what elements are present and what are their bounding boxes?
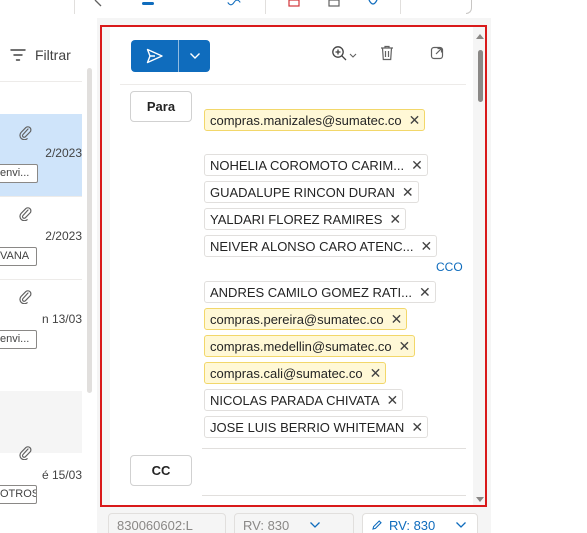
paperclip-icon [19, 290, 32, 304]
chevron-down-icon [310, 522, 321, 528]
compose-card: Para compras.manizales@sumatec.co ✕ NOHELI… [110, 27, 473, 505]
table-icon[interactable] [327, 0, 341, 8]
item-date: 2/2023 [45, 229, 82, 243]
delete-icon [381, 45, 393, 61]
zoom-button[interactable] [331, 45, 359, 63]
recipient-name: YALDARI FLOREZ RAMIRES [210, 211, 383, 227]
draft-tab-active[interactable]: RV: 830 [362, 513, 478, 533]
cc-field-divider [202, 495, 466, 496]
recipient-chip[interactable]: GUADALUPE RINCON DURAN ✕ [204, 181, 419, 203]
to-field-divider [202, 448, 466, 449]
item-date: 2/2023 [45, 146, 82, 160]
item-date: n 13/03 [41, 312, 82, 326]
list-item[interactable]: é 15/03 OTROS [0, 436, 82, 518]
recipient-name: compras.cali@sumatec.co [210, 365, 363, 381]
recipient-chip[interactable]: JOSE LUIS BERRIO WHITEMAN ✕ [204, 416, 429, 438]
item-category-tag: envi... [0, 330, 37, 349]
recipient-chip[interactable]: compras.manizales@sumatec.co ✕ [204, 109, 426, 131]
remove-recipient-icon[interactable]: ✕ [402, 185, 414, 199]
recipient-name: JOSE LUIS BERRIO WHITEMAN [210, 419, 405, 435]
ribbon-separator [400, 0, 401, 14]
remove-recipient-icon[interactable]: ✕ [399, 339, 411, 353]
ribbon-separator [265, 0, 266, 14]
recipient-name: compras.manizales@sumatec.co [210, 112, 402, 128]
remove-recipient-icon[interactable]: ✕ [409, 113, 421, 127]
list-item[interactable]: 2/2023 envi... [0, 114, 82, 196]
recipient-chip[interactable]: NOHELIA COROMOTO CARIM... ✕ [204, 154, 428, 176]
remove-recipient-icon[interactable]: ✕ [419, 285, 431, 299]
draft-tab-label: RV: 830 [389, 517, 436, 533]
list-divider [0, 81, 82, 82]
draft-tab[interactable]: 830060602:L [108, 513, 226, 533]
recipient-name: NICOLAS PARADA CHIVATA [210, 392, 380, 408]
item-category-tag: VANA [0, 247, 37, 266]
remove-recipient-icon[interactable]: ✕ [370, 366, 382, 380]
chevron-down-icon [456, 522, 467, 528]
send-button-group [131, 40, 210, 72]
recipient-name: NEIVER ALONSO CARO ATENC... [210, 238, 414, 254]
popout-button[interactable] [430, 45, 445, 60]
send-icon [146, 48, 163, 64]
recipient-chip[interactable]: NEIVER ALONSO CARO ATENC... ✕ [204, 235, 438, 257]
remove-recipient-icon[interactable]: ✕ [420, 239, 432, 253]
recipient-chip[interactable]: compras.pereira@sumatec.co ✕ [204, 308, 408, 330]
paperclip-icon [19, 126, 32, 140]
draft-tab-label: 830060602:L [117, 517, 193, 533]
send-split-divider [178, 40, 179, 72]
message-list: Filtrar 2/2023 envi... 2/2023 VANA n 13/… [0, 18, 97, 533]
edit-icon [372, 520, 382, 530]
recipient-name: ANDRES CAMILO GOMEZ RATI... [210, 284, 413, 300]
recipient-name: NOHELIA COROMOTO CARIM... [210, 157, 405, 173]
item-date: é 15/03 [41, 468, 82, 482]
list-scrollbar[interactable] [87, 68, 92, 393]
remove-recipient-icon[interactable]: ✕ [411, 420, 423, 434]
draw-icon[interactable] [227, 0, 241, 8]
recipient-chip[interactable]: compras.medellin@sumatec.co ✕ [204, 335, 416, 357]
scroll-down-arrow[interactable] [476, 497, 484, 502]
draft-tab[interactable]: RV: 830 [234, 513, 354, 533]
shield-icon[interactable] [366, 0, 380, 8]
send-options-button[interactable] [179, 40, 210, 72]
remove-recipient-icon[interactable]: ✕ [389, 212, 401, 226]
recipient-chip[interactable]: ANDRES CAMILO GOMEZ RATI... ✕ [204, 281, 436, 303]
ribbon-strip [0, 0, 587, 18]
paperclip-icon [19, 446, 32, 460]
filter-label: Filtrar [35, 47, 71, 63]
item-category-tag: envi... [0, 164, 38, 183]
picture-icon[interactable] [287, 0, 301, 8]
recipient-name: compras.medellin@sumatec.co [210, 338, 392, 354]
scroll-up-arrow[interactable] [476, 34, 484, 39]
to-button[interactable]: Para [130, 91, 192, 122]
popout-icon [430, 46, 444, 60]
list-item[interactable]: 2/2023 VANA [0, 197, 82, 279]
compose-pane: Para compras.manizales@sumatec.co ✕ NOHELI… [100, 25, 487, 507]
recipient-name: compras.pereira@sumatec.co [210, 311, 384, 327]
bcc-link[interactable]: CCO [436, 260, 463, 274]
scroll-thumb[interactable] [478, 50, 483, 102]
ribbon-underline [142, 2, 154, 5]
ribbon-edge [466, 0, 472, 14]
attach-icon[interactable] [92, 0, 106, 8]
header-divider [120, 84, 466, 85]
cc-button[interactable]: CC [130, 455, 192, 486]
recipient-name: GUADALUPE RINCON DURAN [210, 184, 395, 200]
list-item[interactable]: n 13/03 envi... [0, 280, 82, 362]
chevron-down-icon [189, 53, 200, 59]
paperclip-icon [19, 207, 32, 221]
send-button[interactable] [131, 40, 178, 72]
filter-icon [10, 49, 26, 61]
remove-recipient-icon[interactable]: ✕ [411, 158, 423, 172]
filter-button[interactable]: Filtrar [10, 47, 71, 63]
remove-recipient-icon[interactable]: ✕ [387, 393, 399, 407]
remove-recipient-icon[interactable]: ✕ [391, 312, 403, 326]
draft-tab-label: RV: 830 [243, 517, 290, 533]
zoom-icon [332, 46, 357, 61]
recipient-chip[interactable]: NICOLAS PARADA CHIVATA ✕ [204, 389, 404, 411]
recipient-chip[interactable]: compras.cali@sumatec.co ✕ [204, 362, 387, 384]
discard-button[interactable] [380, 45, 394, 61]
item-category-tag: OTROS [0, 485, 37, 504]
recipient-chip[interactable]: YALDARI FLOREZ RAMIRES ✕ [204, 208, 407, 230]
compose-scrollbar[interactable] [475, 27, 485, 505]
ribbon-separator [74, 0, 75, 14]
